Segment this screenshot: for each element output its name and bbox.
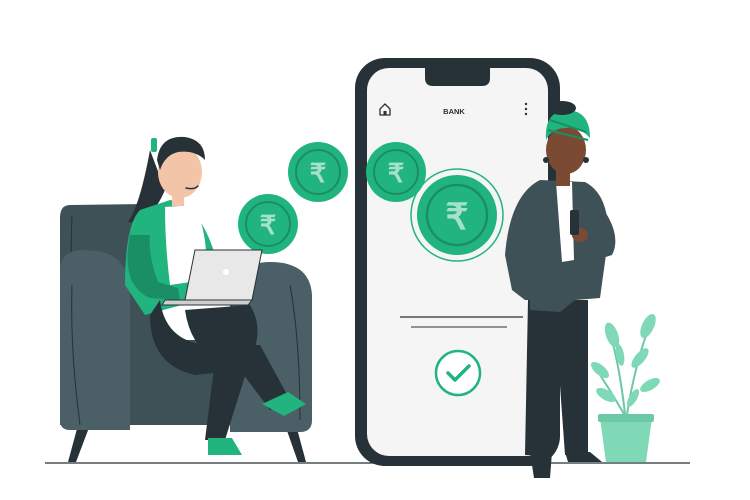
rupee-coin-icon: ₹	[410, 168, 504, 262]
bank-title: BANK	[443, 107, 465, 116]
svg-text:₹: ₹	[260, 210, 277, 240]
check-circle-icon[interactable]	[434, 349, 482, 397]
svg-text:₹: ₹	[310, 158, 327, 188]
phone-notch	[425, 68, 490, 86]
illustration-scene: BANK ₹ ₹ ₹ ₹	[45, 58, 690, 478]
kebab-menu-icon[interactable]	[524, 102, 528, 116]
svg-text:₹: ₹	[388, 158, 405, 188]
potted-plant	[590, 313, 660, 462]
rupee-coin-icon: ₹	[288, 142, 348, 202]
svg-text:₹: ₹	[446, 196, 469, 237]
rupee-coin-icon: ₹	[238, 194, 298, 254]
